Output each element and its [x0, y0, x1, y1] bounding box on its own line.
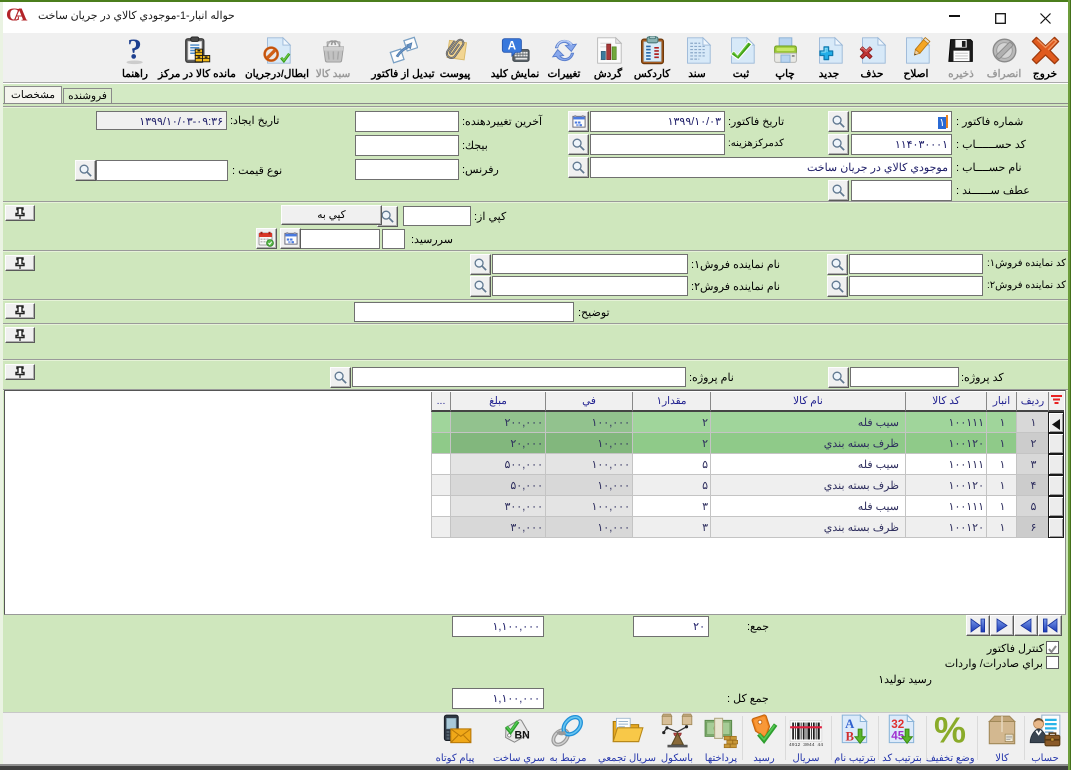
svg-text:?: ?	[127, 36, 142, 65]
svg-text:45: 45	[891, 729, 904, 742]
svg-text:B: B	[845, 730, 854, 744]
svg-text:A: A	[507, 40, 516, 53]
svg-text:BN: BN	[515, 729, 530, 741]
svg-text:%: %	[934, 713, 966, 749]
